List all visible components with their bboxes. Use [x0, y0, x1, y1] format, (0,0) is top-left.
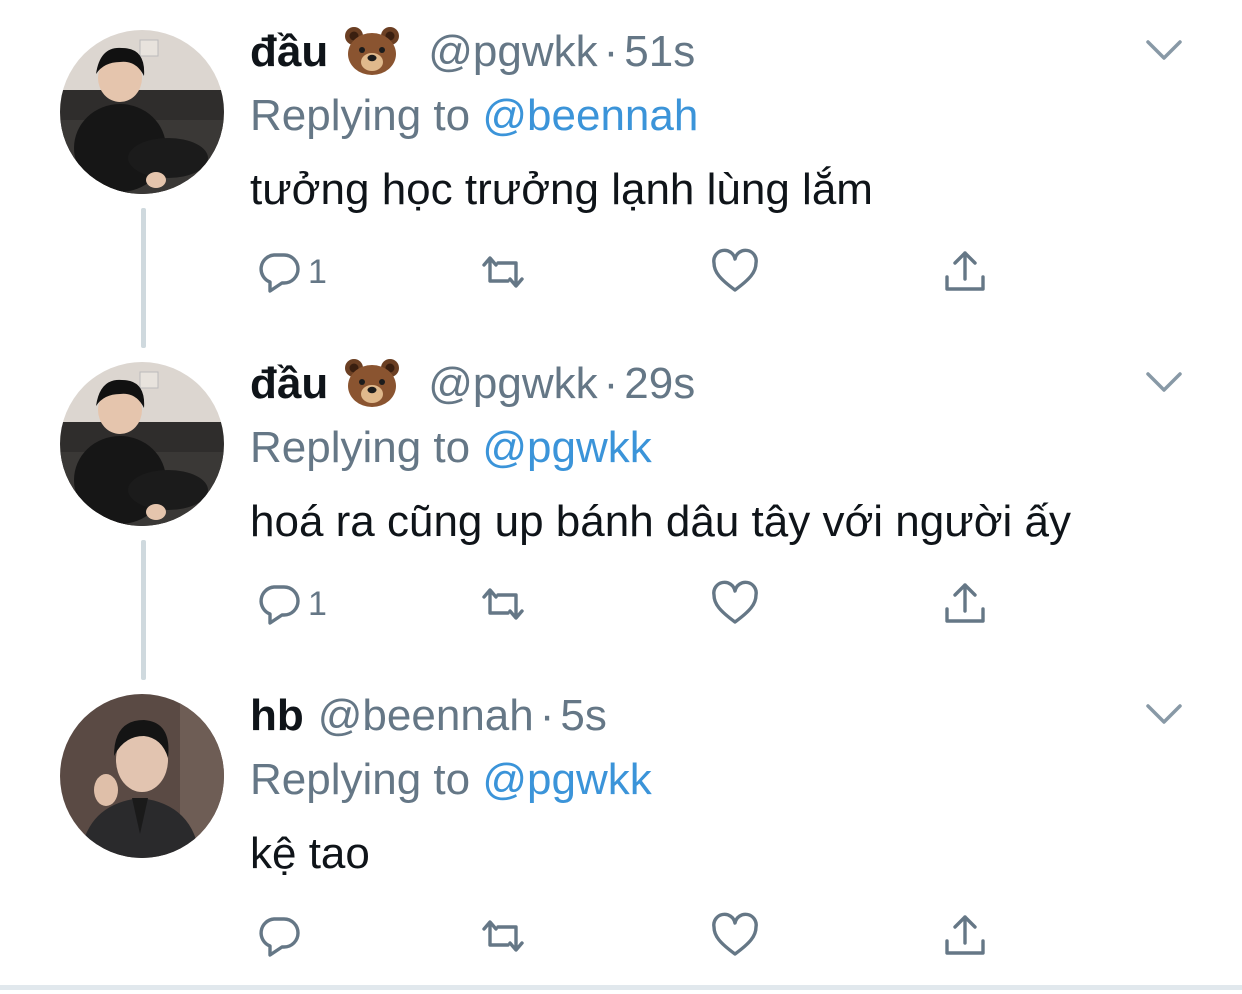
replying-to-handle[interactable]: @pgwkk: [482, 423, 651, 472]
username[interactable]: @pgwkk: [428, 359, 597, 408]
tweet-header: đầu @pgwkk · 29s: [250, 356, 695, 412]
share-button[interactable]: [940, 574, 990, 634]
reply-icon: [259, 253, 300, 293]
tweet-text: tưởng học trưởng lạnh lùng lắm: [250, 165, 873, 214]
share-button[interactable]: [940, 906, 990, 966]
share-icon: [945, 251, 985, 291]
tweet-actions: [250, 906, 1010, 966]
username[interactable]: @pgwkk: [428, 27, 597, 76]
bear-face-emoji-icon: [344, 26, 400, 76]
separator-dot: ·: [539, 691, 555, 740]
avatar[interactable]: [60, 694, 224, 858]
timestamp[interactable]: 29s: [624, 359, 695, 408]
like-button[interactable]: [710, 242, 760, 302]
replying-to: Replying to @pgwkk: [250, 420, 652, 476]
replying-to-label: Replying to: [250, 91, 471, 140]
like-button[interactable]: [710, 574, 760, 634]
tweet-text: hoá ra cũng up bánh dâu tây với người ấy: [250, 497, 1072, 546]
tweet[interactable]: hb @beennah · 5s Replying to @pgwkk kệ tao: [0, 664, 1242, 994]
retweet-icon: [482, 920, 524, 952]
display-name[interactable]: đầu: [250, 359, 328, 408]
replying-to-handle[interactable]: @pgwkk: [482, 755, 651, 804]
like-button[interactable]: [710, 906, 760, 966]
tweet[interactable]: đầu @pgwkk · 51s Replying to @beennah tưởn…: [0, 0, 1242, 330]
chevron-down-icon[interactable]: [1142, 696, 1186, 732]
display-name[interactable]: hb: [250, 691, 304, 740]
reply-icon: [259, 917, 300, 957]
tweet-text: kệ tao: [250, 829, 370, 878]
tweet-actions: 1: [250, 242, 1010, 302]
reply-count: 1: [308, 252, 327, 291]
reply-button[interactable]: 1: [254, 242, 327, 302]
reply-count: 1: [308, 584, 327, 623]
replying-to-handle[interactable]: @beennah: [482, 91, 698, 140]
tweet-actions: 1: [250, 574, 1010, 634]
display-name[interactable]: đầu: [250, 27, 328, 76]
bear-face-emoji-icon: [344, 358, 400, 408]
heart-icon: [712, 580, 758, 624]
share-button[interactable]: [940, 242, 990, 302]
retweet-button[interactable]: [478, 574, 528, 634]
timestamp[interactable]: 5s: [560, 691, 606, 740]
share-icon: [945, 915, 985, 955]
retweet-icon: [482, 588, 524, 620]
reply-icon: [259, 585, 300, 625]
retweet-button[interactable]: [478, 242, 528, 302]
reply-button[interactable]: 1: [254, 574, 327, 634]
separator-dot: ·: [603, 27, 619, 76]
replying-to: Replying to @pgwkk: [250, 752, 652, 808]
share-icon: [945, 583, 985, 623]
replying-to: Replying to @beennah: [250, 88, 698, 144]
replying-to-label: Replying to: [250, 755, 471, 804]
retweet-button[interactable]: [478, 906, 528, 966]
retweet-icon: [482, 256, 524, 288]
tweet[interactable]: đầu @pgwkk · 29s Replying to @pgwkk hoá ra…: [0, 332, 1242, 662]
heart-icon: [712, 912, 758, 956]
avatar[interactable]: [60, 362, 224, 526]
timestamp[interactable]: 51s: [624, 27, 695, 76]
separator-dot: ·: [603, 359, 619, 408]
replying-to-label: Replying to: [250, 423, 471, 472]
reply-button[interactable]: [254, 906, 304, 966]
heart-icon: [712, 248, 758, 292]
username[interactable]: @beennah: [318, 691, 534, 740]
tweet-header: hb @beennah · 5s: [250, 688, 607, 744]
chevron-down-icon[interactable]: [1142, 32, 1186, 68]
chevron-down-icon[interactable]: [1142, 364, 1186, 400]
tweet-header: đầu @pgwkk · 51s: [250, 24, 695, 80]
divider: [0, 985, 1242, 990]
avatar[interactable]: [60, 30, 224, 194]
